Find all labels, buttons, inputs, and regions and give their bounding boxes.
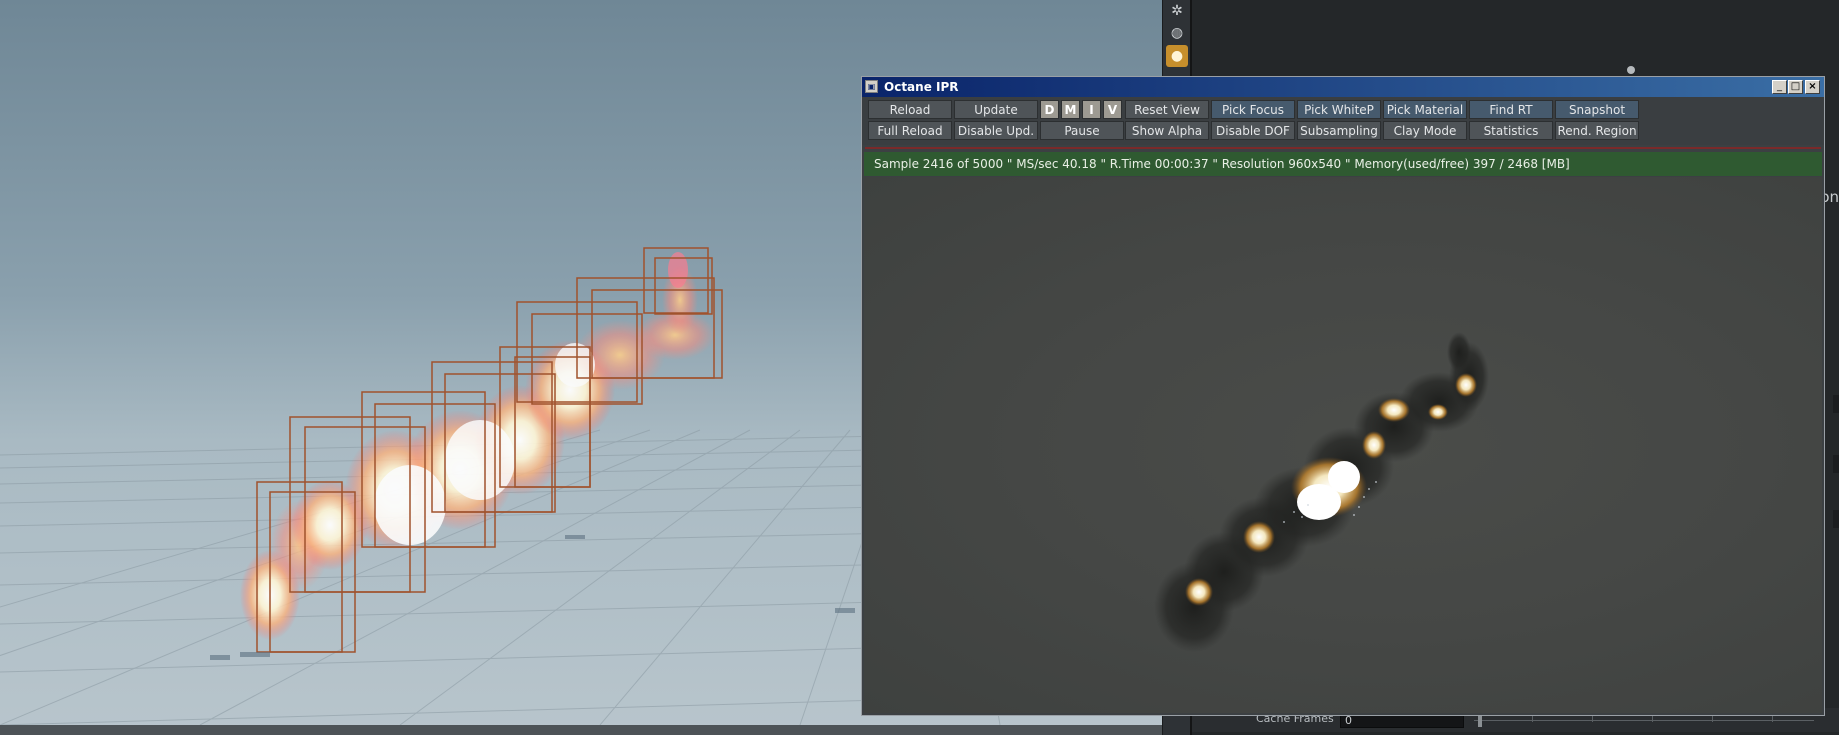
close-icon[interactable]: × bbox=[1805, 80, 1820, 94]
toggle-m-button[interactable]: M bbox=[1061, 100, 1080, 119]
toggle-i-button[interactable]: I bbox=[1082, 100, 1101, 119]
slider-tick bbox=[1592, 716, 1593, 722]
ipr-title: Octane IPR bbox=[884, 80, 959, 94]
find-rt-button[interactable]: Find RT bbox=[1469, 100, 1553, 119]
pick-whitep-button[interactable]: Pick WhiteP bbox=[1297, 100, 1381, 119]
slider-tick bbox=[1712, 716, 1713, 722]
render-image bbox=[1154, 332, 1489, 652]
update-button[interactable]: Update bbox=[954, 100, 1038, 119]
octane-ipr-window[interactable]: ▣ Octane IPR _ □ × Reload Update D M I V… bbox=[861, 76, 1825, 716]
subsampling-button[interactable]: Subsampling bbox=[1297, 121, 1381, 140]
minimize-icon[interactable]: _ bbox=[1772, 80, 1787, 94]
ipr-title-bar[interactable]: ▣ Octane IPR _ □ × bbox=[862, 77, 1824, 97]
toggle-v-button[interactable]: V bbox=[1103, 100, 1122, 119]
full-reload-button[interactable]: Full Reload bbox=[868, 121, 952, 140]
rend-region-button[interactable]: Rend. Region bbox=[1555, 121, 1639, 140]
disable-upd-button[interactable]: Disable Upd. bbox=[954, 121, 1038, 140]
panel-scroll-mark[interactable] bbox=[1833, 510, 1839, 528]
render-viewport[interactable] bbox=[864, 177, 1822, 713]
node-dot bbox=[1627, 66, 1635, 74]
show-alpha-button[interactable]: Show Alpha bbox=[1125, 121, 1209, 140]
disable-dof-button[interactable]: Disable DOF bbox=[1211, 121, 1295, 140]
light-bulb-icon[interactable]: ✲ bbox=[1166, 0, 1188, 22]
panel-scroll-mark[interactable] bbox=[1833, 455, 1839, 473]
panel-scroll-mark[interactable] bbox=[1833, 395, 1839, 413]
toggle-d-button[interactable]: D bbox=[1040, 100, 1059, 119]
reset-view-button[interactable]: Reset View bbox=[1125, 100, 1209, 119]
slider-tick bbox=[1652, 716, 1653, 722]
viewport-timeline-strip bbox=[0, 725, 1162, 735]
window-icon[interactable]: ▣ bbox=[865, 80, 878, 93]
ipr-toolbar: Reload Update D M I V Reset View Pick Fo… bbox=[862, 97, 1824, 145]
clay-mode-button[interactable]: Clay Mode bbox=[1383, 121, 1467, 140]
cache-frames-slider[interactable] bbox=[1474, 720, 1814, 721]
pick-focus-button[interactable]: Pick Focus bbox=[1211, 100, 1295, 119]
maximize-icon[interactable]: □ bbox=[1788, 80, 1803, 94]
slider-tick bbox=[1772, 716, 1773, 722]
sphere-light-icon[interactable]: ◍ bbox=[1166, 22, 1188, 44]
pick-material-button[interactable]: Pick Material bbox=[1383, 100, 1467, 119]
slider-tick bbox=[1532, 716, 1533, 722]
snapshot-button[interactable]: Snapshot bbox=[1555, 100, 1639, 119]
light-bulb-active-icon[interactable]: ● bbox=[1166, 45, 1188, 67]
render-status-bar: Sample 2416 of 5000 " MS/sec 40.18 " R.T… bbox=[864, 152, 1822, 176]
reload-button[interactable]: Reload bbox=[868, 100, 952, 119]
pause-button[interactable]: Pause bbox=[1040, 121, 1124, 140]
statistics-button[interactable]: Statistics bbox=[1469, 121, 1553, 140]
toolbar-divider bbox=[865, 147, 1821, 149]
